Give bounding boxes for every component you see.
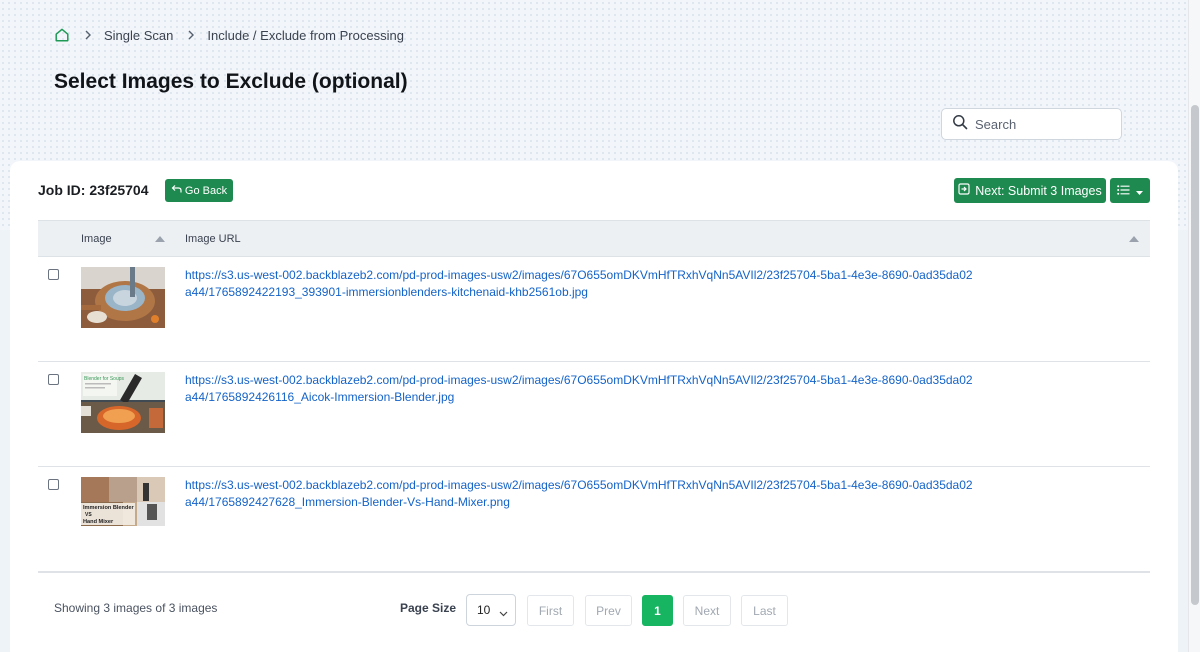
thumb-caption: Immersion Blender bbox=[83, 505, 134, 511]
page-size-select[interactable]: 10 bbox=[466, 594, 516, 626]
go-back-label: Go Back bbox=[184, 184, 228, 197]
page-size-value: 10 bbox=[477, 603, 491, 617]
column-header-image[interactable]: Image bbox=[81, 233, 112, 245]
page-size-label: Page Size bbox=[400, 601, 457, 615]
image-url-link[interactable]: https://s3.us-west-002.backblazeb2.com/p… bbox=[185, 267, 975, 301]
search-box[interactable] bbox=[941, 108, 1122, 140]
list-icon bbox=[1117, 182, 1130, 200]
breadcrumb: Single Scan Include / Exclude from Proce… bbox=[54, 26, 404, 44]
table-row: https://s3.us-west-002.backblazeb2.com/p… bbox=[38, 257, 1150, 362]
chevron-right-icon bbox=[187, 30, 195, 40]
scrollbar-thumb[interactable] bbox=[1191, 105, 1199, 605]
thumb-caption: Blender for Soups bbox=[84, 376, 125, 382]
column-header-image-url[interactable]: Image URL bbox=[185, 233, 241, 245]
return-arrow-icon bbox=[171, 184, 182, 197]
image-thumbnail: Immersion Blender VS Hand Mixer bbox=[81, 477, 165, 526]
table-row: Immersion Blender VS Hand Mixer https://… bbox=[38, 467, 1150, 572]
search-icon bbox=[952, 114, 968, 135]
next-submit-label: Next: Submit 3 Images bbox=[975, 183, 1102, 198]
table-footer-divider bbox=[38, 571, 1150, 573]
search-input[interactable] bbox=[975, 116, 1115, 132]
table-row: Blender for Soups https://s3.us-west-002… bbox=[38, 362, 1150, 467]
vertical-scrollbar[interactable] bbox=[1188, 0, 1200, 652]
caret-down-icon bbox=[1136, 182, 1143, 200]
page-title: Select Images to Exclude (optional) bbox=[54, 70, 408, 93]
results-count: Showing 3 images of 3 images bbox=[54, 601, 218, 615]
row-checkbox[interactable] bbox=[48, 479, 59, 490]
chevron-down-icon bbox=[499, 606, 508, 620]
pagination-prev[interactable]: Prev bbox=[585, 595, 632, 626]
page: Single Scan Include / Exclude from Proce… bbox=[0, 0, 1188, 652]
row-checkbox[interactable] bbox=[48, 269, 59, 280]
pagination-page-1[interactable]: 1 bbox=[642, 595, 673, 626]
pagination-first[interactable]: First bbox=[527, 595, 574, 626]
image-url-link[interactable]: https://s3.us-west-002.backblazeb2.com/p… bbox=[185, 372, 975, 406]
next-submit-button[interactable]: Next: Submit 3 Images bbox=[954, 178, 1106, 203]
breadcrumb-item-include-exclude: Include / Exclude from Processing bbox=[207, 27, 404, 43]
go-back-button[interactable]: Go Back bbox=[165, 179, 233, 202]
pagination-last[interactable]: Last bbox=[741, 595, 788, 626]
row-checkbox[interactable] bbox=[48, 374, 59, 385]
image-url-link[interactable]: https://s3.us-west-002.backblazeb2.com/p… bbox=[185, 477, 975, 511]
results-card: Job ID: 23f25704 Go Back Next: Submit 3 … bbox=[10, 161, 1178, 652]
sort-asc-icon[interactable] bbox=[1129, 236, 1139, 242]
home-icon[interactable] bbox=[54, 27, 70, 43]
breadcrumb-item-single-scan[interactable]: Single Scan bbox=[104, 28, 173, 43]
list-options-button[interactable] bbox=[1110, 178, 1150, 203]
chevron-right-icon bbox=[84, 30, 92, 40]
image-thumbnail bbox=[81, 267, 165, 328]
submit-icon bbox=[958, 183, 970, 198]
job-id: Job ID: 23f25704 bbox=[38, 182, 149, 198]
sort-asc-icon[interactable] bbox=[155, 236, 165, 242]
thumb-caption: VS bbox=[85, 512, 92, 518]
pagination-next[interactable]: Next bbox=[683, 595, 731, 626]
image-thumbnail: Blender for Soups bbox=[81, 372, 165, 433]
thumb-caption: Hand Mixer bbox=[83, 519, 114, 525]
table-header: Image Image URL bbox=[38, 220, 1150, 257]
